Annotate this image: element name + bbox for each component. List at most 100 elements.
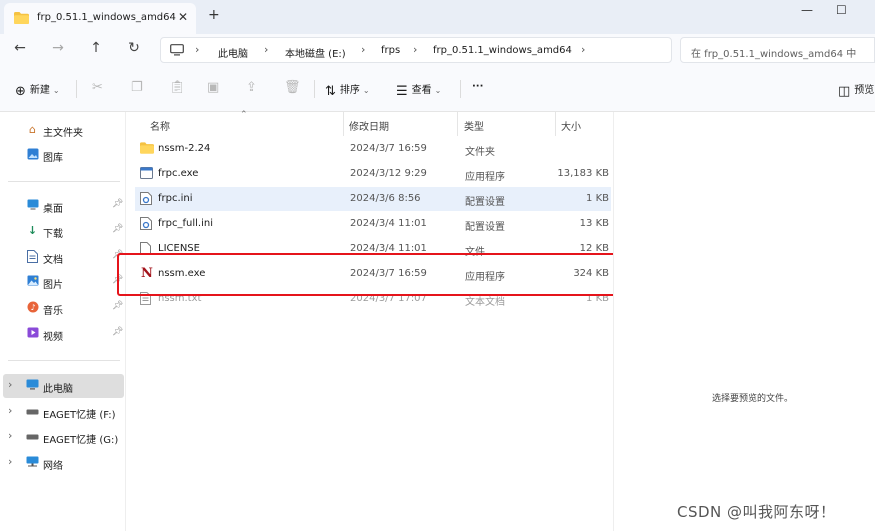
share-icon[interactable]: ⇪ bbox=[246, 80, 257, 95]
minimize-button[interactable]: — bbox=[801, 3, 813, 17]
pin-icon[interactable]: 📌︎ bbox=[112, 301, 123, 311]
breadcrumb-frp-folder[interactable]: frp_0.51.1_windows_amd64 bbox=[433, 45, 572, 56]
chevron-right-icon[interactable]: › bbox=[581, 43, 585, 56]
file-size: 13 KB bbox=[579, 218, 609, 229]
close-tab-icon[interactable]: ✕ bbox=[178, 10, 188, 24]
documents-icon bbox=[26, 250, 39, 263]
breadcrumb-this-pc[interactable]: 此电脑 bbox=[218, 45, 248, 60]
sidebar-item-documents[interactable]: 文档 📌︎ bbox=[0, 245, 124, 269]
column-header-name[interactable]: 名称 bbox=[150, 112, 340, 136]
divider bbox=[460, 80, 461, 98]
sidebar-item-this-pc[interactable]: › 此电脑 bbox=[3, 374, 124, 398]
breadcrumb-drive-e[interactable]: 本地磁盘 (E:) bbox=[285, 45, 346, 60]
sort-label: 排序 bbox=[339, 85, 360, 96]
tab-active[interactable]: frp_0.51.1_windows_amd64 ✕ bbox=[4, 3, 196, 34]
preview-label: 预览 bbox=[854, 85, 875, 96]
file-row[interactable]: nssm-2.24 2024/3/7 16:59 文件夹 bbox=[135, 137, 611, 161]
back-arrow-icon[interactable]: ← bbox=[9, 40, 31, 60]
sidebar-item-label: 主文件夹 bbox=[43, 128, 83, 139]
chevron-right-icon[interactable]: › bbox=[8, 404, 12, 417]
delete-icon[interactable]: 🗑︎ bbox=[284, 80, 301, 95]
videos-icon bbox=[26, 327, 39, 340]
file-size: 1 KB bbox=[586, 193, 609, 204]
sort-button[interactable]: ⇅ 排序 ⌄ bbox=[325, 81, 370, 99]
column-divider[interactable] bbox=[343, 112, 344, 136]
sidebar-item-label: EAGET忆捷 (G:) bbox=[43, 435, 119, 446]
plus-circle-icon: ⊕ bbox=[15, 84, 26, 99]
chevron-right-icon: › bbox=[361, 43, 366, 56]
new-label: 新建 bbox=[29, 85, 50, 96]
gallery-icon bbox=[26, 148, 39, 161]
column-divider[interactable] bbox=[555, 112, 556, 136]
file-date: 2024/3/12 9:29 bbox=[350, 168, 427, 179]
up-arrow-icon[interactable]: ↑ bbox=[85, 40, 107, 60]
address-row: ← → ↑ ↻ › 此电脑 › 本地磁盘 (E:) › frps › frp_0… bbox=[0, 34, 875, 66]
sidebar-item-network[interactable]: › 网络 bbox=[0, 451, 124, 475]
sidebar-item-label: 网络 bbox=[43, 461, 63, 472]
preview-pane: 选择要预览的文件。 bbox=[613, 112, 875, 531]
file-type: 配置设置 bbox=[465, 222, 505, 233]
file-row[interactable]: frpc.ini 2024/3/6 8:56 配置设置 1 KB bbox=[135, 187, 611, 211]
forward-arrow-icon[interactable]: → bbox=[47, 40, 69, 60]
sidebar-item-desktop[interactable]: 桌面 📌︎ bbox=[0, 194, 124, 218]
download-icon: ↓ bbox=[27, 224, 38, 237]
maximize-button[interactable]: ☐ bbox=[836, 3, 847, 17]
chevron-right-icon[interactable]: › bbox=[8, 429, 12, 442]
pin-icon[interactable]: 📌︎ bbox=[112, 224, 123, 234]
new-button[interactable]: ⊕ 新建 ⌄ bbox=[15, 81, 60, 99]
column-header-size[interactable]: 大小 bbox=[561, 112, 611, 136]
sidebar-item-drive-g[interactable]: › EAGET忆捷 (G:) bbox=[0, 425, 124, 449]
sidebar-item-downloads[interactable]: ↓ 下载 📌︎ bbox=[0, 219, 124, 243]
column-header-label: 修改日期 bbox=[349, 122, 389, 133]
sidebar-item-music[interactable]: ♪ 音乐 📌︎ bbox=[0, 296, 124, 320]
file-date: 2024/3/4 11:01 bbox=[350, 218, 427, 229]
highlight-annotation-box bbox=[117, 253, 684, 296]
pin-icon[interactable]: 📌︎ bbox=[112, 199, 123, 209]
navigation-pane: ⌂ 主文件夹 图库 桌面 📌︎ ↓ 下载 📌︎ 文档 📌︎ 图片 📌︎ ♪ 音乐… bbox=[0, 112, 126, 531]
view-label: 查看 bbox=[411, 85, 432, 96]
sidebar-item-gallery[interactable]: 图库 bbox=[0, 143, 124, 167]
network-icon bbox=[26, 456, 39, 469]
file-row[interactable]: frpc_full.ini 2024/3/4 11:01 配置设置 13 KB bbox=[135, 212, 611, 236]
folder-icon bbox=[14, 12, 29, 27]
copy-icon[interactable]: ❐ bbox=[131, 80, 143, 95]
ini-icon bbox=[140, 192, 154, 206]
pin-icon[interactable]: 📌︎ bbox=[112, 327, 123, 337]
cut-icon[interactable]: ✂ bbox=[92, 80, 103, 95]
column-divider[interactable] bbox=[457, 112, 458, 136]
ini-icon bbox=[140, 217, 154, 231]
new-tab-button[interactable]: + bbox=[208, 7, 220, 23]
command-bar: ⊕ 新建 ⌄ ✂ ❐ 📋︎ ▣ ⇪ 🗑︎ ⇅ 排序 ⌄ ☰ 查看 ⌄ ··· ◫ 预览 bbox=[0, 66, 875, 112]
rename-icon[interactable]: ▣ bbox=[207, 80, 219, 95]
sidebar-item-videos[interactable]: 视频 📌︎ bbox=[0, 322, 124, 346]
refresh-icon[interactable]: ↻ bbox=[123, 40, 145, 60]
column-header-date[interactable]: 修改日期 bbox=[349, 112, 459, 136]
file-name: nssm-2.24 bbox=[158, 143, 211, 154]
sidebar-item-pictures[interactable]: 图片 📌︎ bbox=[0, 270, 124, 294]
pictures-icon bbox=[26, 275, 39, 288]
file-name: frpc_full.ini bbox=[158, 218, 213, 229]
divider bbox=[8, 181, 120, 182]
watermark: CSDN @叫我阿东呀！ bbox=[677, 503, 836, 521]
sidebar-item-home[interactable]: ⌂ 主文件夹 bbox=[0, 118, 124, 142]
divider bbox=[76, 80, 77, 98]
address-bar[interactable]: › 此电脑 › 本地磁盘 (E:) › frps › frp_0.51.1_wi… bbox=[160, 37, 672, 63]
file-date: 2024/3/7 16:59 bbox=[350, 143, 427, 154]
chevron-right-icon[interactable]: › bbox=[8, 378, 12, 391]
chevron-right-icon[interactable]: › bbox=[8, 455, 12, 468]
desktop-icon bbox=[26, 199, 39, 212]
more-options-button[interactable]: ··· bbox=[472, 81, 483, 92]
file-row[interactable]: frpc.exe 2024/3/12 9:29 应用程序 13,183 KB bbox=[135, 162, 611, 186]
preview-pane-icon: ◫ bbox=[838, 84, 851, 99]
sidebar-item-drive-f[interactable]: › EAGET忆捷 (F:) bbox=[0, 400, 124, 424]
chevron-right-icon: › bbox=[413, 43, 418, 56]
column-header-type[interactable]: 类型 bbox=[464, 112, 554, 136]
preview-button[interactable]: ◫ 预览 bbox=[838, 81, 874, 99]
sidebar-item-label: 此电脑 bbox=[43, 384, 73, 395]
paste-icon[interactable]: 📋︎ bbox=[169, 80, 186, 95]
breadcrumb-frps[interactable]: frps bbox=[381, 45, 400, 56]
computer-icon bbox=[170, 44, 184, 59]
sidebar-item-label: EAGET忆捷 (F:) bbox=[43, 410, 116, 421]
search-input[interactable]: 在 frp_0.51.1_windows_amd64 中 bbox=[680, 37, 875, 63]
view-button[interactable]: ☰ 查看 ⌄ bbox=[396, 81, 441, 99]
